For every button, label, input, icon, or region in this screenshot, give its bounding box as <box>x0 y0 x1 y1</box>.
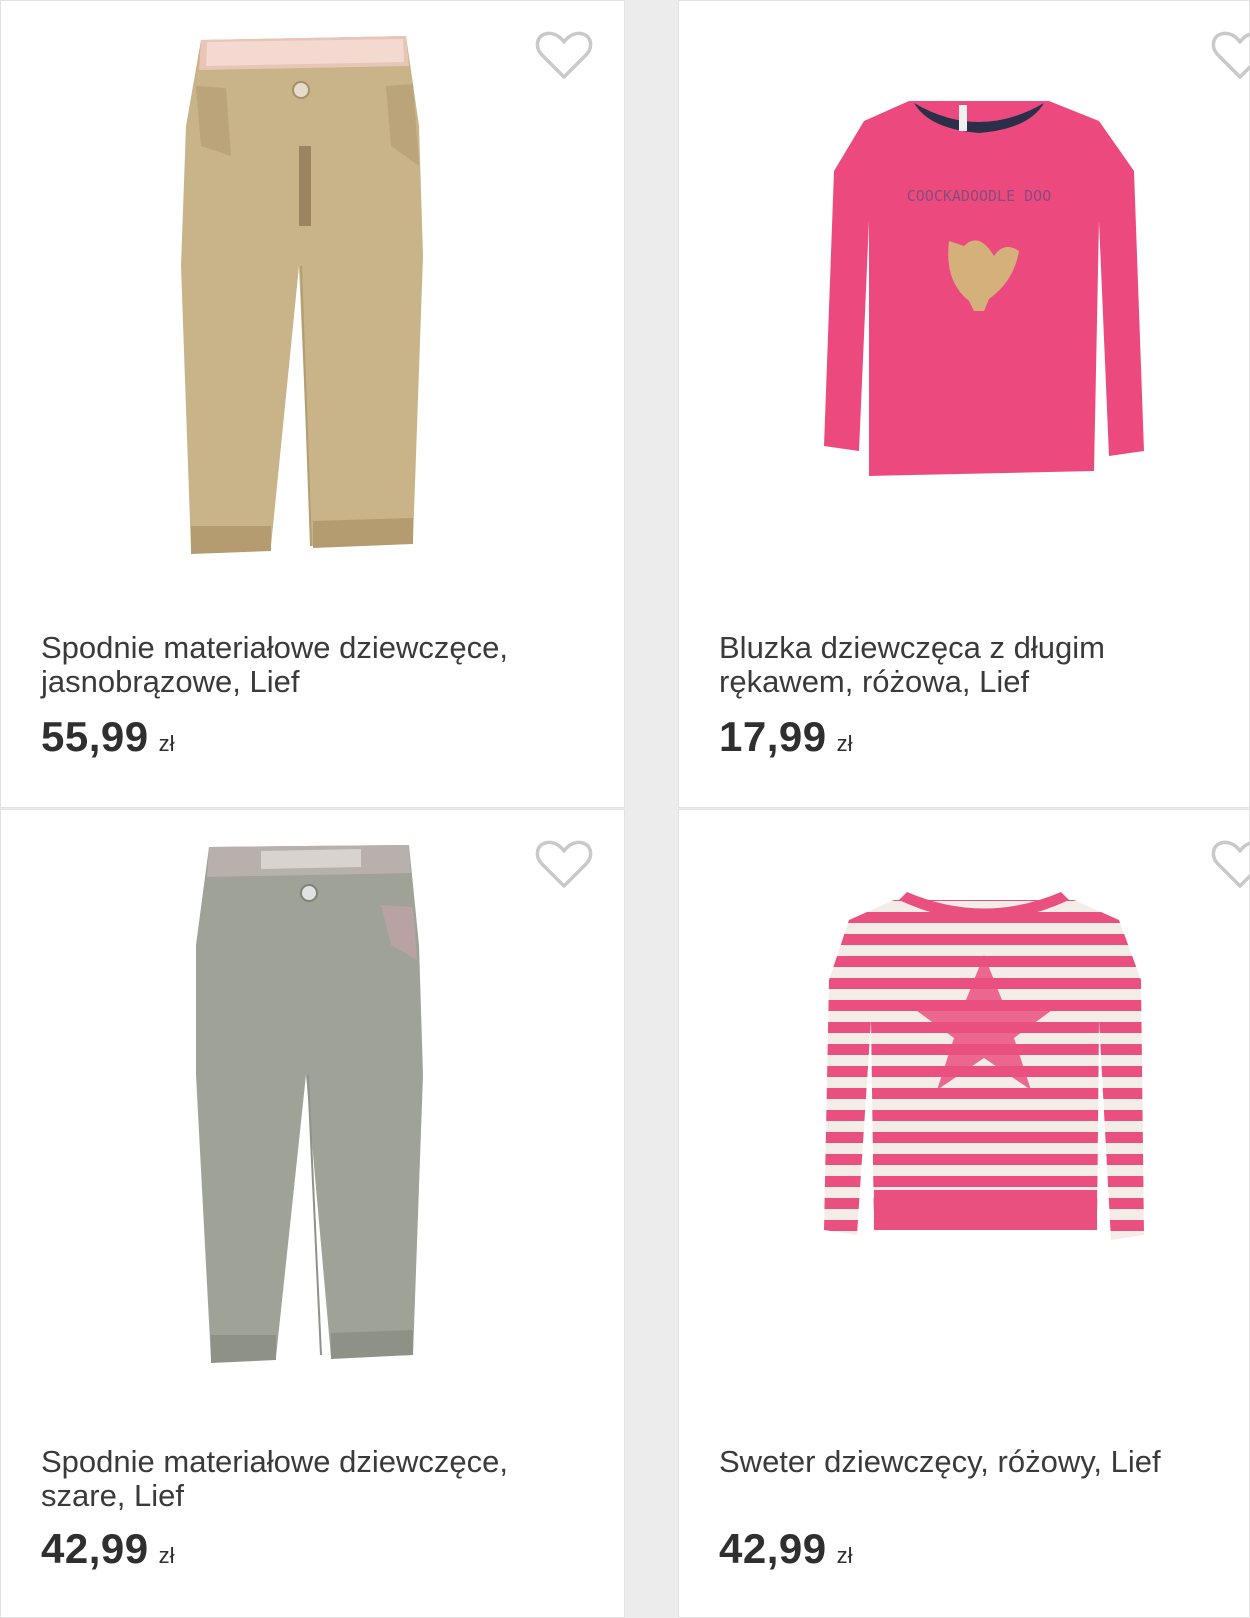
product-card[interactable]: COOCKADOODLE DOO Bluzka dziewczęca z dłu… <box>678 0 1250 808</box>
heart-outline-icon <box>1211 31 1250 79</box>
product-image-beige-pants[interactable] <box>151 26 481 586</box>
heart-outline-icon <box>535 840 593 888</box>
favorite-button[interactable] <box>535 838 593 890</box>
shirt-print-text: COOCKADOODLE DOO <box>907 187 1052 205</box>
favorite-button[interactable] <box>1211 29 1250 81</box>
price-amount: 42,99 <box>719 1525 827 1572</box>
price-amount: 17,99 <box>719 713 827 760</box>
product-price: 17,99 zł <box>719 713 853 761</box>
product-image-striped-sweater[interactable] <box>799 890 1169 1260</box>
price-amount: 42,99 <box>41 1525 149 1572</box>
product-card[interactable]: Spodnie materiałowe dziewczęce, szare, L… <box>0 809 625 1618</box>
product-card[interactable]: Spodnie materiałowe dziewczęce, jasnobrą… <box>0 0 625 808</box>
product-price: 42,99 zł <box>719 1525 853 1573</box>
product-image-pink-shirt[interactable]: COOCKADOODLE DOO <box>799 91 1169 511</box>
product-title[interactable]: Spodnie materiałowe dziewczęce, jasnobrą… <box>41 631 581 699</box>
favorite-button[interactable] <box>1211 838 1250 890</box>
product-card[interactable]: Sweter dziewczęcy, różowy, Lief 42,99 zł <box>678 809 1250 1618</box>
product-title[interactable]: Spodnie materiałowe dziewczęce, szare, L… <box>41 1445 581 1513</box>
heart-outline-icon <box>535 31 593 79</box>
favorite-button[interactable] <box>535 29 593 81</box>
product-title[interactable]: Bluzka dziewczęca z długim rękawem, różo… <box>719 631 1229 699</box>
price-currency: zł <box>158 1543 175 1568</box>
price-currency: zł <box>836 1543 853 1568</box>
heart-outline-icon <box>1211 840 1250 888</box>
price-currency: zł <box>158 731 175 756</box>
product-price: 42,99 zł <box>41 1525 175 1573</box>
product-price: 55,99 zł <box>41 713 175 761</box>
product-image-grey-pants[interactable] <box>151 835 481 1395</box>
price-amount: 55,99 <box>41 713 149 760</box>
product-title[interactable]: Sweter dziewczęcy, różowy, Lief <box>719 1445 1229 1479</box>
price-currency: zł <box>836 731 853 756</box>
